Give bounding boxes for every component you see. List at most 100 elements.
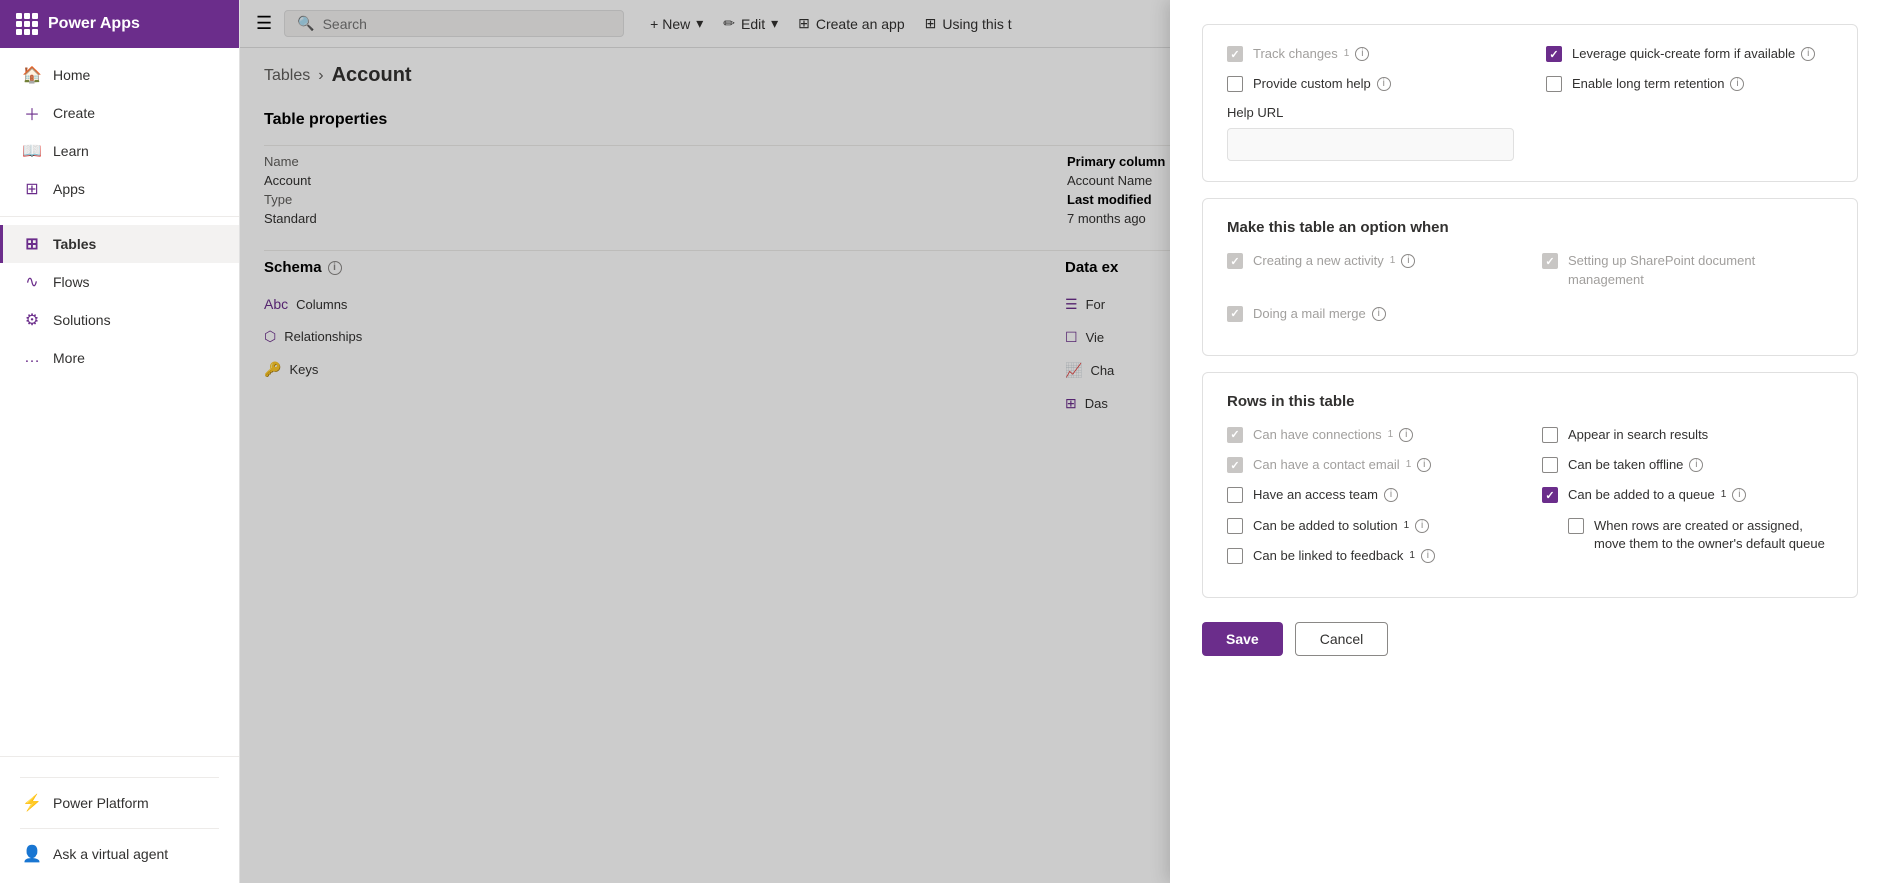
- track-changes-label: Track changes1 i: [1253, 48, 1369, 63]
- sidebar-label-tables: Tables: [53, 236, 96, 252]
- access-team-info[interactable]: i: [1384, 488, 1398, 502]
- add-to-solution-row: Can be added to solution1 i: [1227, 517, 1518, 535]
- sidebar-label-create: Create: [53, 105, 95, 121]
- add-to-solution-label: Can be added to solution1 i: [1253, 517, 1429, 535]
- waffle-icon[interactable]: [16, 13, 38, 35]
- side-panel: Track changes1 i Provide custom help i: [1170, 48, 1890, 883]
- sidebar-item-power-platform[interactable]: ⚡ Power Platform: [20, 786, 219, 820]
- link-feedback-info[interactable]: i: [1421, 549, 1435, 563]
- main-content: ☰ 🔍 + New ▾ ✏ Edit ▾ ⊞ Create an app ⊞ U…: [240, 0, 1890, 883]
- sharepoint-row: Setting up SharePoint document managemen…: [1542, 252, 1833, 288]
- provide-help-row: Provide custom help i: [1227, 75, 1514, 93]
- enable-long-term-checkbox[interactable]: [1546, 76, 1562, 92]
- apps-icon: ⊞: [23, 180, 41, 198]
- sidebar-item-create[interactable]: ＋ Create: [0, 94, 239, 132]
- sidebar-item-home[interactable]: 🏠 Home: [0, 56, 239, 94]
- sharepoint-checkbox[interactable]: [1542, 253, 1558, 269]
- solutions-icon: ⚙: [23, 311, 41, 329]
- leverage-quick-checkbox[interactable]: [1546, 48, 1562, 62]
- add-to-solution-info[interactable]: i: [1415, 519, 1429, 533]
- mail-merge-info[interactable]: i: [1372, 307, 1386, 321]
- access-team-label: Have an access team i: [1253, 486, 1398, 504]
- taken-offline-label: Can be taken offline i: [1568, 456, 1703, 474]
- access-team-row: Have an access team i: [1227, 486, 1518, 504]
- home-icon: 🏠: [23, 66, 41, 84]
- enable-long-term-label: Enable long term retention i: [1572, 75, 1744, 93]
- make-option-checks: Creating a new activity1 i Setting up Sh…: [1227, 252, 1833, 335]
- track-changes-checkbox[interactable]: [1227, 48, 1243, 62]
- mail-merge-label: Doing a mail merge i: [1253, 305, 1386, 323]
- sidebar-item-more[interactable]: … More: [0, 339, 239, 377]
- sidebar-item-apps[interactable]: ⊞ Apps: [0, 170, 239, 208]
- add-to-queue-label: Can be added to a queue1 i: [1568, 486, 1746, 504]
- connections-label: Can have connections1 i: [1253, 426, 1413, 444]
- help-url-input[interactable]: [1227, 128, 1514, 161]
- add-to-queue-row: Can be added to a queue1 i: [1542, 486, 1833, 504]
- sidebar-item-learn[interactable]: 📖 Learn: [0, 132, 239, 170]
- top-options-section: Track changes1 i Provide custom help i: [1202, 48, 1858, 182]
- enable-long-term-info[interactable]: i: [1730, 77, 1744, 91]
- provide-help-checkbox[interactable]: [1227, 76, 1243, 92]
- link-feedback-row: Can be linked to feedback1 i: [1227, 547, 1518, 565]
- creating-activity-row: Creating a new activity1 i: [1227, 252, 1518, 288]
- sidebar-label-power-platform: Power Platform: [53, 795, 149, 811]
- sidebar-label-flows: Flows: [53, 274, 90, 290]
- creating-activity-info[interactable]: i: [1401, 254, 1415, 268]
- flows-icon: ∿: [23, 273, 41, 291]
- add-to-solution-checkbox[interactable]: [1227, 518, 1243, 534]
- connections-row: Can have connections1 i: [1227, 426, 1518, 444]
- search-results-label: Appear in search results: [1568, 426, 1708, 444]
- creating-activity-label: Creating a new activity1 i: [1253, 252, 1415, 270]
- panel-footer: Save Cancel: [1202, 614, 1858, 656]
- access-team-checkbox[interactable]: [1227, 487, 1243, 503]
- contact-email-info[interactable]: i: [1417, 458, 1431, 472]
- when-rows-created-row: When rows are created or assigned, move …: [1568, 517, 1833, 553]
- link-feedback-checkbox[interactable]: [1227, 548, 1243, 564]
- sidebar-header: Power Apps: [0, 0, 239, 48]
- mail-merge-row: Doing a mail merge i: [1227, 305, 1518, 323]
- provide-help-label: Provide custom help i: [1253, 75, 1391, 93]
- sidebar-item-flows[interactable]: ∿ Flows: [0, 263, 239, 301]
- taken-offline-checkbox[interactable]: [1542, 457, 1558, 473]
- sidebar-item-solutions[interactable]: ⚙ Solutions: [0, 301, 239, 339]
- leverage-quick-info[interactable]: i: [1801, 48, 1815, 61]
- contact-email-row: Can have a contact email1 i: [1227, 456, 1518, 474]
- link-feedback-label: Can be linked to feedback1 i: [1253, 547, 1435, 565]
- sidebar-item-tables[interactable]: ⊞ Tables: [0, 225, 239, 263]
- contact-email-label: Can have a contact email1 i: [1253, 456, 1431, 474]
- track-changes-info[interactable]: i: [1355, 48, 1369, 61]
- when-rows-created-checkbox[interactable]: [1568, 518, 1584, 534]
- provide-help-info[interactable]: i: [1377, 77, 1391, 91]
- sidebar-label-learn: Learn: [53, 143, 89, 159]
- search-results-checkbox[interactable]: [1542, 427, 1558, 443]
- sidebar-item-ask-agent[interactable]: 👤 Ask a virtual agent: [20, 837, 219, 871]
- enable-long-term-row: Enable long term retention i: [1546, 75, 1833, 93]
- sidebar-label-solutions: Solutions: [53, 312, 111, 328]
- creating-activity-checkbox[interactable]: [1227, 253, 1243, 269]
- taken-offline-row: Can be taken offline i: [1542, 456, 1833, 474]
- add-to-queue-checkbox[interactable]: [1542, 487, 1558, 503]
- page-area: Tables › Account Table properties Name P…: [240, 48, 1890, 883]
- leverage-quick-row: Leverage quick-create form if available …: [1546, 48, 1833, 63]
- sidebar-label-home: Home: [53, 67, 90, 83]
- sidebar-nav: 🏠 Home ＋ Create 📖 Learn ⊞ Apps ⊞ Tables …: [0, 48, 239, 756]
- connections-checkbox[interactable]: [1227, 427, 1243, 443]
- when-rows-created-label: When rows are created or assigned, move …: [1594, 517, 1833, 553]
- taken-offline-info[interactable]: i: [1689, 458, 1703, 472]
- cancel-button[interactable]: Cancel: [1295, 622, 1389, 656]
- save-button[interactable]: Save: [1202, 622, 1283, 656]
- help-url-label: Help URL: [1227, 105, 1514, 120]
- make-option-heading: Make this table an option when: [1227, 219, 1833, 236]
- help-url-row: Help URL: [1227, 105, 1514, 161]
- agent-icon: 👤: [23, 845, 41, 863]
- tables-icon: ⊞: [23, 235, 41, 253]
- leverage-quick-label: Leverage quick-create form if available …: [1572, 48, 1815, 63]
- contact-email-checkbox[interactable]: [1227, 457, 1243, 473]
- app-title: Power Apps: [48, 15, 140, 33]
- learn-icon: 📖: [23, 142, 41, 160]
- sidebar-label-apps: Apps: [53, 181, 85, 197]
- add-to-queue-info[interactable]: i: [1732, 488, 1746, 502]
- power-platform-icon: ⚡: [23, 794, 41, 812]
- connections-info[interactable]: i: [1399, 428, 1413, 442]
- mail-merge-checkbox[interactable]: [1227, 306, 1243, 322]
